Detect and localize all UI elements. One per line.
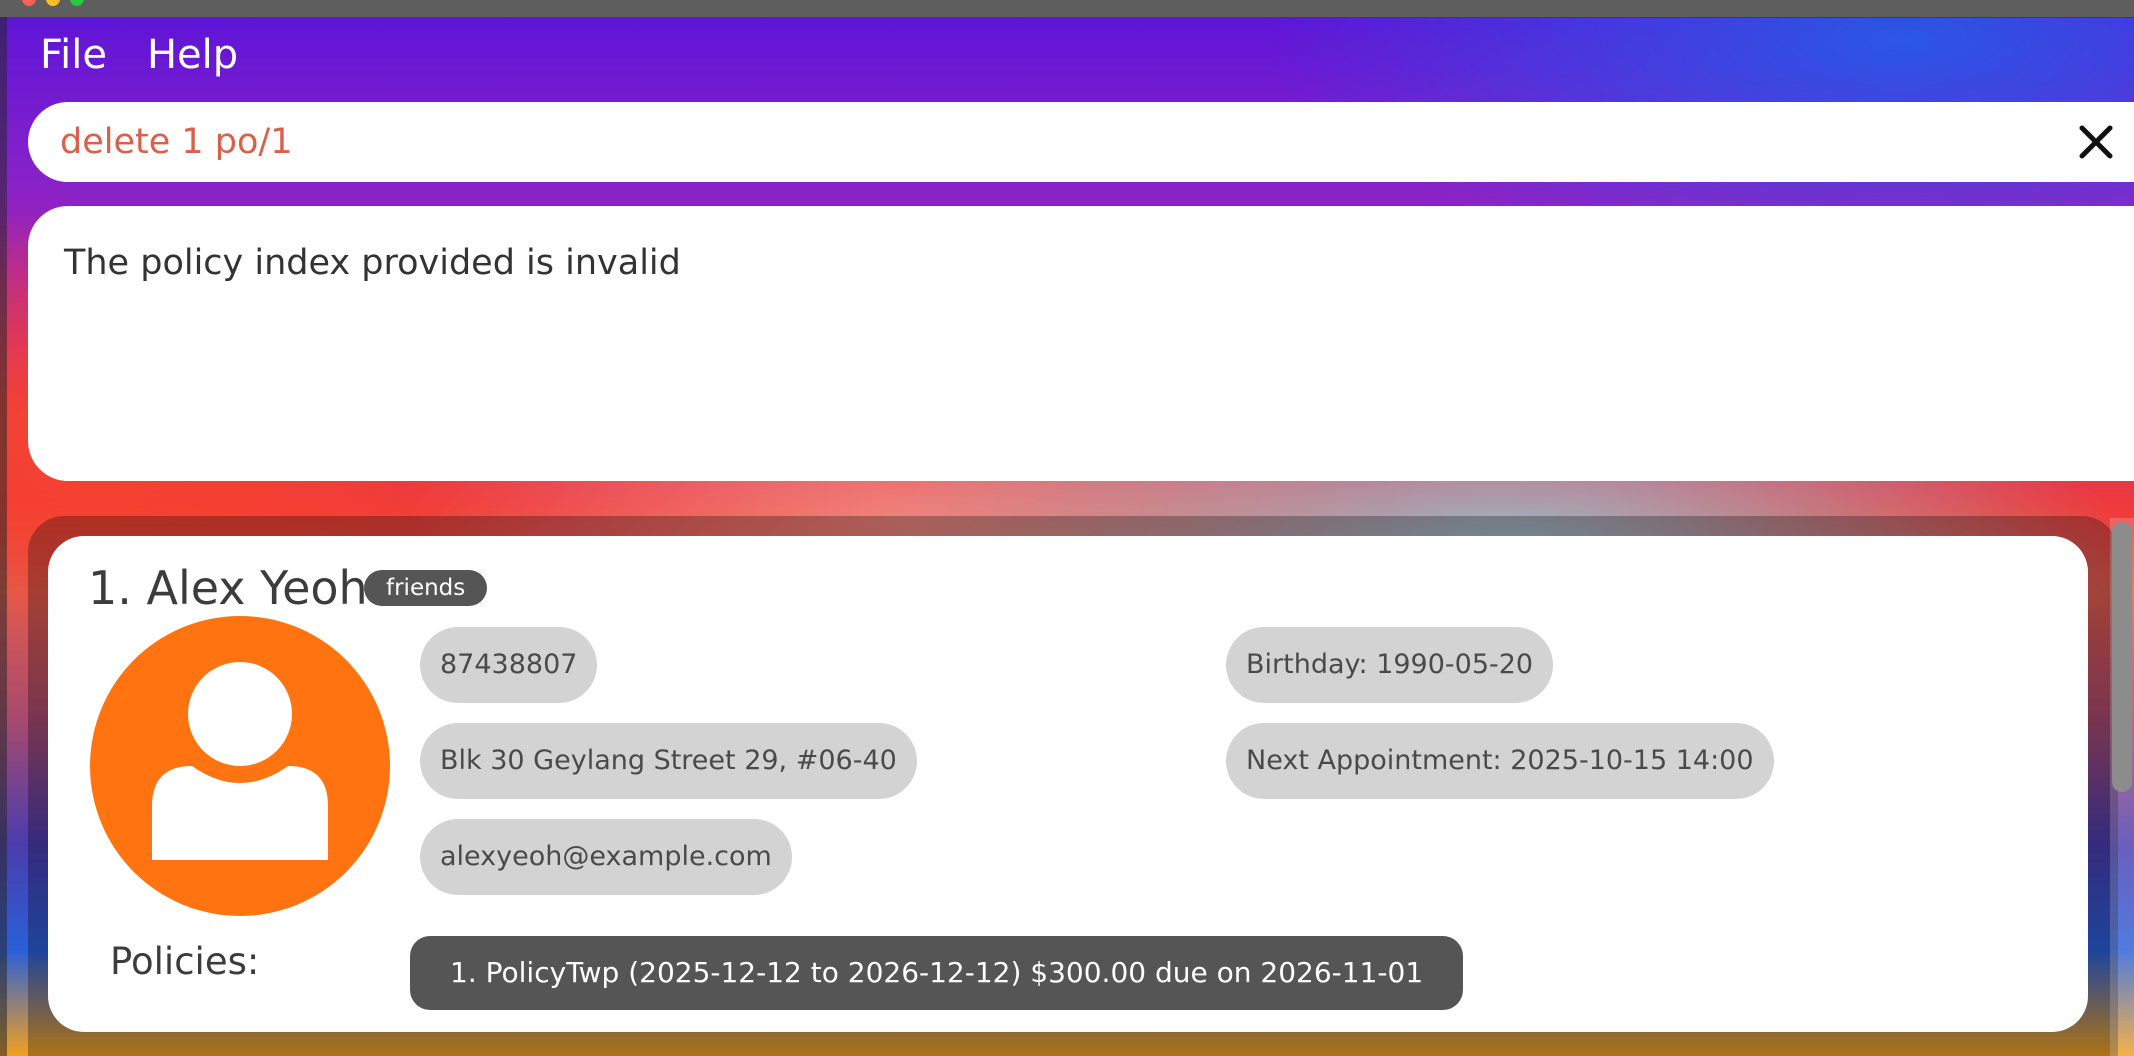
menu-file[interactable]: File — [40, 28, 107, 82]
window-edge — [0, 17, 7, 1056]
window-titlebar — [0, 0, 2134, 18]
zoom-window-icon[interactable] — [70, 0, 84, 6]
command-input[interactable] — [60, 102, 2040, 182]
person-name: 1. Alex Yeoh — [88, 561, 368, 615]
phone-chip: 87438807 — [420, 627, 598, 703]
app-window: File Help The policy index provided is i… — [0, 0, 2134, 1056]
next-appointment-chip: Next Appointment: 2025-10-15 14:00 — [1226, 723, 1774, 799]
address-chip: Blk 30 Geylang Street 29, #06-40 — [420, 723, 917, 799]
command-box — [28, 102, 2134, 182]
minimize-window-icon[interactable] — [46, 0, 60, 6]
tag-badge: friends — [364, 570, 488, 606]
email-chip: alexyeoh@example.com — [420, 819, 792, 895]
policies-label: Policies: — [110, 940, 260, 983]
scrollbar-thumb[interactable] — [2112, 522, 2132, 792]
close-icon[interactable] — [2070, 116, 2122, 168]
birthday-chip: Birthday: 1990-05-20 — [1226, 627, 1554, 703]
result-display: The policy index provided is invalid — [28, 206, 2134, 481]
close-window-icon[interactable] — [22, 0, 36, 6]
result-message: The policy index provided is invalid — [64, 243, 681, 283]
menu-bar: File Help — [40, 28, 238, 82]
policy-chip: 1. PolicyTwp (2025-12-12 to 2026-12-12) … — [410, 936, 1464, 1010]
menu-help[interactable]: Help — [147, 28, 238, 82]
person-icon — [90, 616, 390, 916]
